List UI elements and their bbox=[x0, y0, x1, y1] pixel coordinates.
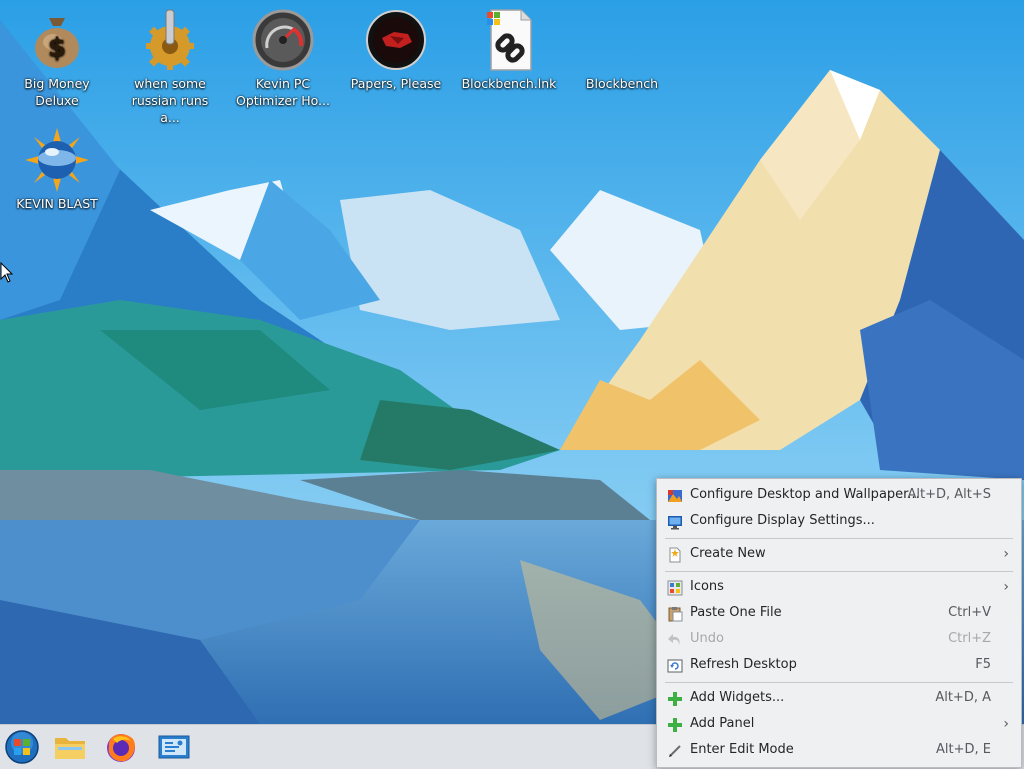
file-manager-button[interactable] bbox=[52, 729, 88, 765]
paste-icon bbox=[668, 607, 683, 622]
menu-item-add-widgets[interactable]: Add Widgets... Alt+D, A bbox=[657, 686, 1021, 712]
refresh-icon bbox=[667, 659, 683, 673]
papers-please-icon bbox=[366, 10, 426, 70]
shortcut-link-icon bbox=[487, 9, 532, 71]
chevron-right-icon: › bbox=[1003, 716, 1009, 732]
menu-item-add-panel[interactable]: Add Panel › bbox=[657, 712, 1021, 738]
menu-item-label: Create New bbox=[690, 546, 766, 561]
menu-separator bbox=[665, 682, 1013, 683]
start-menu-button[interactable] bbox=[4, 729, 40, 765]
file-manager-icon bbox=[55, 738, 85, 759]
menu-item-label: Enter Edit Mode bbox=[690, 742, 794, 757]
gear-icon bbox=[146, 9, 194, 70]
menu-item-shortcut: F5 bbox=[975, 657, 991, 672]
menu-item-label: Add Panel bbox=[690, 716, 755, 731]
desktop-icon-when-some-russian[interactable]: when some russian runs a... bbox=[118, 8, 222, 126]
menu-item-shortcut: Alt+D, Alt+S bbox=[907, 487, 991, 502]
mouse-cursor-icon bbox=[0, 262, 14, 283]
menu-item-undo[interactable]: Undo Ctrl+Z bbox=[657, 627, 1021, 653]
menu-item-enter-edit-mode[interactable]: Enter Edit Mode Alt+D, E bbox=[657, 738, 1021, 764]
icons-icon bbox=[667, 580, 683, 596]
system-settings-button[interactable] bbox=[156, 729, 192, 765]
svg-text:$: $ bbox=[48, 33, 66, 63]
edit-icon bbox=[669, 745, 681, 757]
desktop-icon-label: Blockbench bbox=[585, 76, 659, 91]
blank-icon bbox=[590, 8, 654, 72]
sun-globe-icon bbox=[25, 128, 89, 192]
menu-item-configure-display[interactable]: Configure Display Settings... bbox=[657, 509, 1021, 535]
new-file-icon bbox=[669, 547, 681, 563]
desktop-icon-label: Kevin PC Optimizer Ho... bbox=[236, 76, 330, 108]
menu-item-label: Add Widgets... bbox=[690, 690, 785, 705]
menu-item-shortcut: Alt+D, E bbox=[936, 742, 991, 757]
desktop-context-menu: Configure Desktop and Wallpaper... Alt+D… bbox=[656, 478, 1022, 768]
chevron-right-icon: › bbox=[1003, 579, 1009, 595]
display-icon bbox=[668, 516, 682, 530]
desktop-icon-label: Papers, Please bbox=[350, 76, 442, 91]
gauge-icon bbox=[252, 9, 314, 71]
menu-item-refresh-desktop[interactable]: Refresh Desktop F5 bbox=[657, 653, 1021, 679]
desktop-icon-big-money-deluxe[interactable]: $ Big Money Deluxe bbox=[5, 8, 109, 109]
desktop-icon-blockbench[interactable]: Blockbench bbox=[570, 8, 674, 92]
firefox-icon bbox=[107, 734, 135, 762]
menu-item-label: Icons bbox=[690, 579, 724, 594]
system-settings-icon bbox=[158, 735, 190, 759]
menu-item-paste[interactable]: Paste One File Ctrl+V bbox=[657, 601, 1021, 627]
desktop-icon-blockbench-lnk[interactable]: Blockbench.lnk bbox=[457, 8, 561, 92]
menu-item-label: Configure Desktop and Wallpaper... bbox=[690, 487, 920, 502]
start-menu-icon bbox=[5, 730, 39, 764]
desktop-icon-label: when some russian runs a... bbox=[131, 76, 209, 125]
menu-separator bbox=[665, 538, 1013, 539]
desktop-icon-label: Big Money Deluxe bbox=[24, 76, 90, 108]
desktop-icon-label: KEVIN BLAST bbox=[16, 196, 98, 211]
menu-item-label: Paste One File bbox=[690, 605, 782, 620]
menu-separator bbox=[665, 571, 1013, 572]
chevron-right-icon: › bbox=[1003, 546, 1009, 562]
wallpaper-icon bbox=[668, 490, 682, 502]
menu-item-label: Refresh Desktop bbox=[690, 657, 797, 672]
desktop-icon-label: Blockbench.lnk bbox=[461, 76, 557, 91]
menu-item-shortcut: Ctrl+Z bbox=[948, 631, 991, 646]
menu-item-label: Configure Display Settings... bbox=[690, 513, 875, 528]
add-icon bbox=[668, 692, 682, 706]
desktop-icon-papers-please[interactable]: Papers, Please bbox=[344, 8, 448, 92]
menu-item-configure-desktop[interactable]: Configure Desktop and Wallpaper... Alt+D… bbox=[657, 483, 1021, 509]
undo-icon bbox=[668, 634, 680, 645]
menu-item-create-new[interactable]: Create New › bbox=[657, 542, 1021, 568]
menu-item-icons[interactable]: Icons › bbox=[657, 575, 1021, 601]
menu-item-shortcut: Ctrl+V bbox=[948, 605, 991, 620]
menu-item-label: Undo bbox=[690, 631, 724, 646]
firefox-button[interactable] bbox=[103, 729, 139, 765]
desktop-icon-kevin-blast[interactable]: KEVIN BLAST bbox=[5, 128, 109, 212]
money-bag-icon: $ bbox=[35, 18, 79, 68]
menu-item-shortcut: Alt+D, A bbox=[935, 690, 991, 705]
add-icon bbox=[668, 718, 682, 732]
desktop-icon-kevin-pc-optimizer[interactable]: Kevin PC Optimizer Ho... bbox=[231, 8, 335, 109]
